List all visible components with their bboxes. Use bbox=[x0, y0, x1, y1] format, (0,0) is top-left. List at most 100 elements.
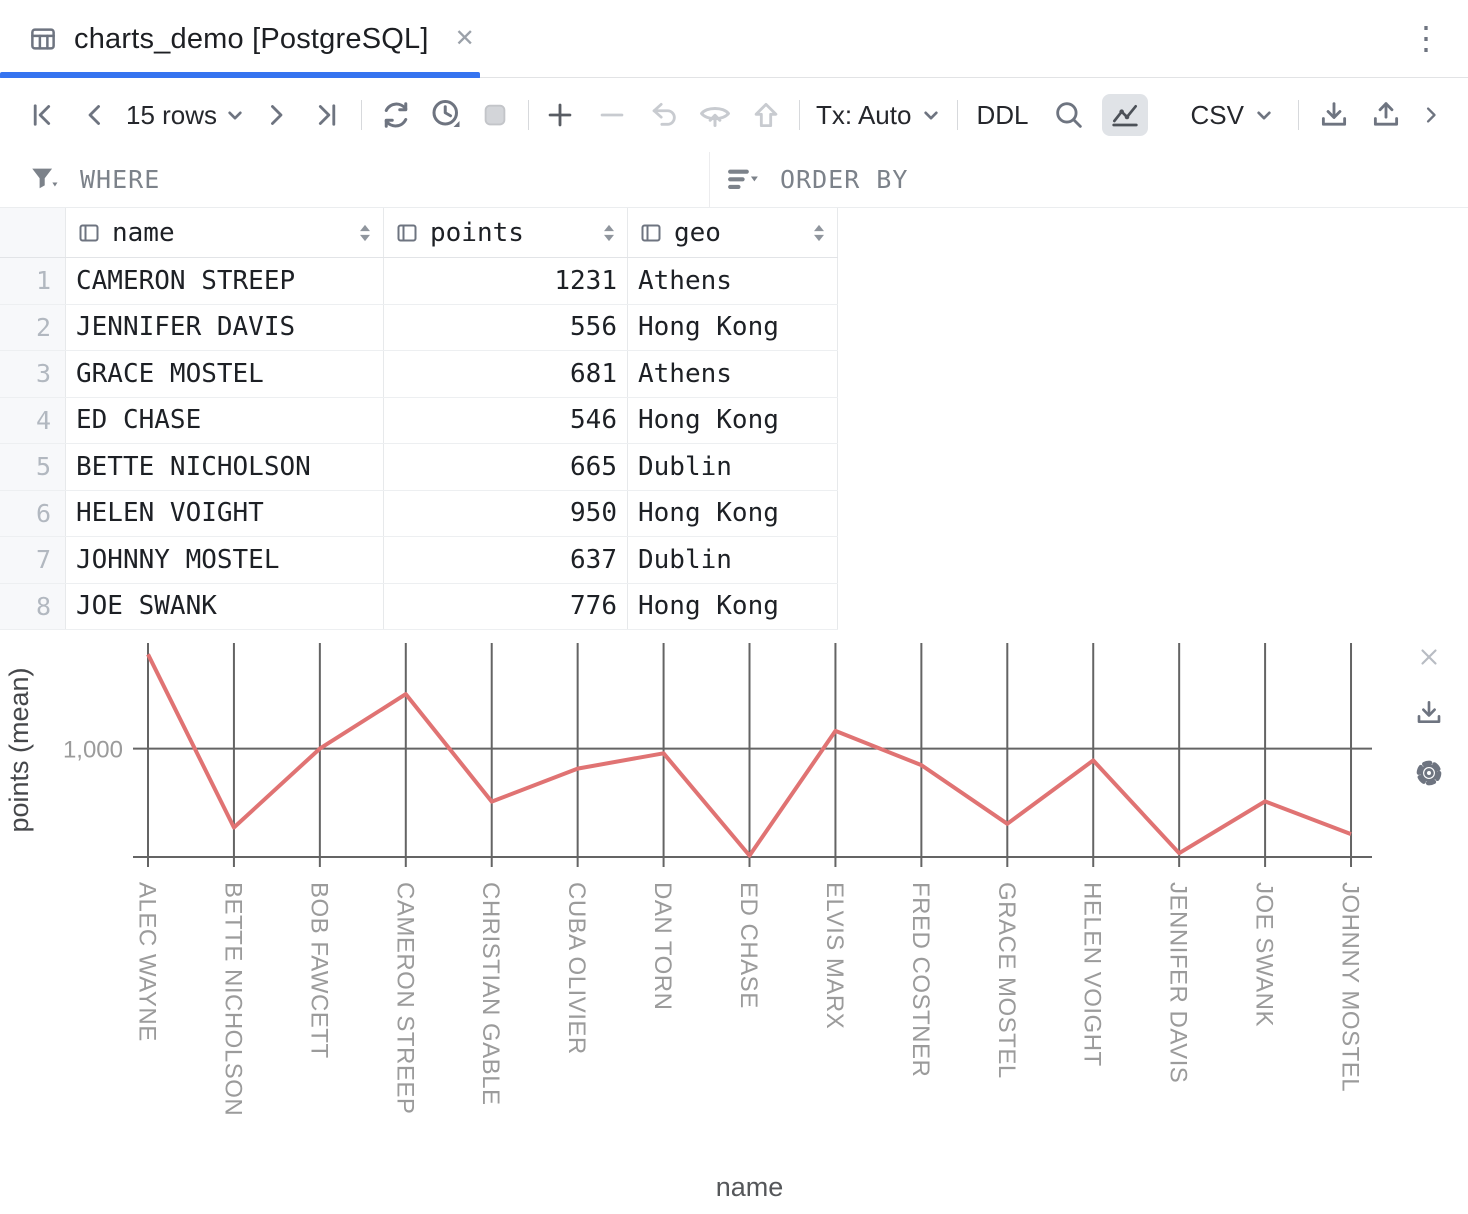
preview-changes-button[interactable] bbox=[697, 97, 733, 133]
cell-name[interactable]: JOE SWANK bbox=[66, 584, 384, 630]
more-toolbar-button[interactable] bbox=[1417, 101, 1445, 129]
kebab-menu-icon[interactable]: ⋮ bbox=[1410, 22, 1442, 54]
order-by-input[interactable]: ORDER BY bbox=[710, 152, 1468, 207]
category-label: JENNIFER DAVIS bbox=[1165, 882, 1192, 1083]
cell-points[interactable]: 950 bbox=[384, 491, 628, 537]
cell-geo[interactable]: Athens bbox=[628, 351, 838, 397]
cell-name[interactable]: CAMERON STREEP bbox=[66, 258, 384, 304]
ddl-label: DDL bbox=[976, 100, 1028, 131]
delete-row-button[interactable] bbox=[595, 98, 629, 132]
category-label: CHRISTIAN GABLE bbox=[477, 882, 504, 1106]
column-header-name[interactable]: name bbox=[66, 208, 384, 257]
page-size-label: 15 rows bbox=[126, 100, 217, 131]
tab-charts-demo[interactable]: charts_demo [PostgreSQL] ✕ bbox=[0, 0, 480, 78]
row-number: 3 bbox=[0, 351, 66, 397]
submit-changes-button[interactable] bbox=[749, 98, 783, 132]
previous-page-button[interactable] bbox=[78, 98, 112, 132]
order-by-icon bbox=[726, 165, 762, 195]
grid-toolbar: 15 rows bbox=[0, 78, 1468, 152]
cell-geo[interactable]: Dublin bbox=[628, 444, 838, 490]
chevron-left-icon bbox=[78, 98, 112, 132]
stop-button[interactable] bbox=[480, 100, 510, 130]
upload-icon bbox=[1369, 98, 1403, 132]
database-tool-window: charts_demo [PostgreSQL] ✕ ⋮ 15 rows bbox=[0, 0, 1468, 1214]
import-button[interactable] bbox=[1317, 98, 1351, 132]
cell-name[interactable]: BETTE NICHOLSON bbox=[66, 444, 384, 490]
category-label: FRED COSTNER bbox=[907, 882, 934, 1077]
close-icon[interactable]: ✕ bbox=[455, 27, 475, 51]
undo-icon bbox=[647, 98, 681, 132]
chevron-down-icon bbox=[227, 110, 243, 121]
next-page-button[interactable] bbox=[259, 98, 293, 132]
order-by-placeholder: ORDER BY bbox=[780, 165, 908, 194]
data-grid: namepointsgeo 1CAMERON STREEP1231Athens2… bbox=[0, 208, 838, 630]
export-format-dropdown[interactable]: CSV bbox=[1190, 100, 1271, 131]
cell-points[interactable]: 665 bbox=[384, 444, 628, 490]
cell-points[interactable]: 556 bbox=[384, 305, 628, 351]
row-number: 4 bbox=[0, 398, 66, 444]
chart-toolbar bbox=[1412, 644, 1446, 795]
sort-arrows-icon[interactable] bbox=[811, 223, 827, 243]
cell-points[interactable]: 637 bbox=[384, 537, 628, 583]
reload-button[interactable] bbox=[378, 97, 414, 133]
column-icon bbox=[76, 221, 102, 245]
cell-name[interactable]: HELEN VOIGHT bbox=[66, 491, 384, 537]
category-label: CAMERON STREEP bbox=[391, 882, 418, 1114]
table-row: 2JENNIFER DAVIS556Hong Kong bbox=[0, 305, 838, 352]
sort-arrows-icon[interactable] bbox=[357, 223, 373, 243]
page-size-dropdown[interactable]: 15 rows bbox=[126, 100, 243, 131]
row-number: 1 bbox=[0, 258, 66, 304]
schedule-refresh-button[interactable] bbox=[428, 97, 464, 133]
cell-geo[interactable]: Hong Kong bbox=[628, 491, 838, 537]
column-header-points[interactable]: points bbox=[384, 208, 628, 257]
chart-close-button[interactable] bbox=[1416, 644, 1442, 675]
x-axis-title: name bbox=[716, 1172, 784, 1202]
where-filter-input[interactable]: WHERE bbox=[0, 152, 710, 207]
cell-name[interactable]: GRACE MOSTEL bbox=[66, 351, 384, 397]
cell-geo[interactable]: Hong Kong bbox=[628, 584, 838, 630]
cell-points[interactable]: 1231 bbox=[384, 258, 628, 304]
close-icon bbox=[1416, 644, 1442, 670]
chevron-down-icon bbox=[1256, 110, 1272, 121]
editor-tab-bar: charts_demo [PostgreSQL] ✕ ⋮ bbox=[0, 0, 1468, 78]
column-icon bbox=[394, 221, 420, 245]
cell-points[interactable]: 546 bbox=[384, 398, 628, 444]
category-label: ALEC WAYNE bbox=[134, 882, 161, 1042]
category-label: ELVIS MARX bbox=[821, 882, 848, 1029]
cell-name[interactable]: JENNIFER DAVIS bbox=[66, 305, 384, 351]
find-button[interactable] bbox=[1052, 98, 1086, 132]
cell-geo[interactable]: Hong Kong bbox=[628, 305, 838, 351]
sort-arrows-icon[interactable] bbox=[601, 223, 617, 243]
chart-svg: 1,000ALEC WAYNEBETTE NICHOLSONBOB FAWCET… bbox=[0, 630, 1468, 1214]
category-label: BOB FAWCETT bbox=[305, 882, 332, 1059]
transaction-mode-label: Tx: Auto bbox=[816, 100, 911, 131]
column-label: name bbox=[112, 218, 175, 248]
chart-panel: 1,000ALEC WAYNEBETTE NICHOLSONBOB FAWCET… bbox=[0, 630, 1468, 1214]
chart-save-button[interactable] bbox=[1413, 697, 1445, 734]
grid-body: 1CAMERON STREEP1231Athens2JENNIFER DAVIS… bbox=[0, 258, 838, 630]
cell-points[interactable]: 776 bbox=[384, 584, 628, 630]
table-row: 3GRACE MOSTEL681Athens bbox=[0, 351, 838, 398]
table-row: 1CAMERON STREEP1231Athens bbox=[0, 258, 838, 305]
first-page-button[interactable] bbox=[26, 98, 60, 132]
revert-changes-button[interactable] bbox=[647, 98, 681, 132]
cell-points[interactable]: 681 bbox=[384, 351, 628, 397]
category-label: DAN TORN bbox=[649, 882, 676, 1010]
add-row-button[interactable] bbox=[543, 98, 577, 132]
cell-name[interactable]: JOHNNY MOSTEL bbox=[66, 537, 384, 583]
ddl-button[interactable]: DDL bbox=[976, 100, 1028, 131]
cell-name[interactable]: ED CHASE bbox=[66, 398, 384, 444]
transaction-mode-dropdown[interactable]: Tx: Auto bbox=[816, 100, 939, 131]
last-page-icon bbox=[309, 98, 343, 132]
cell-geo[interactable]: Dublin bbox=[628, 537, 838, 583]
column-header-geo[interactable]: geo bbox=[628, 208, 838, 257]
cell-geo[interactable]: Hong Kong bbox=[628, 398, 838, 444]
export-button[interactable] bbox=[1369, 98, 1403, 132]
up-arrow-icon bbox=[749, 98, 783, 132]
refresh-icon bbox=[378, 97, 414, 133]
chart-view-toggle[interactable] bbox=[1102, 94, 1148, 136]
download-icon bbox=[1413, 697, 1445, 729]
last-page-button[interactable] bbox=[309, 98, 343, 132]
chart-settings-button[interactable] bbox=[1412, 756, 1446, 795]
cell-geo[interactable]: Athens bbox=[628, 258, 838, 304]
